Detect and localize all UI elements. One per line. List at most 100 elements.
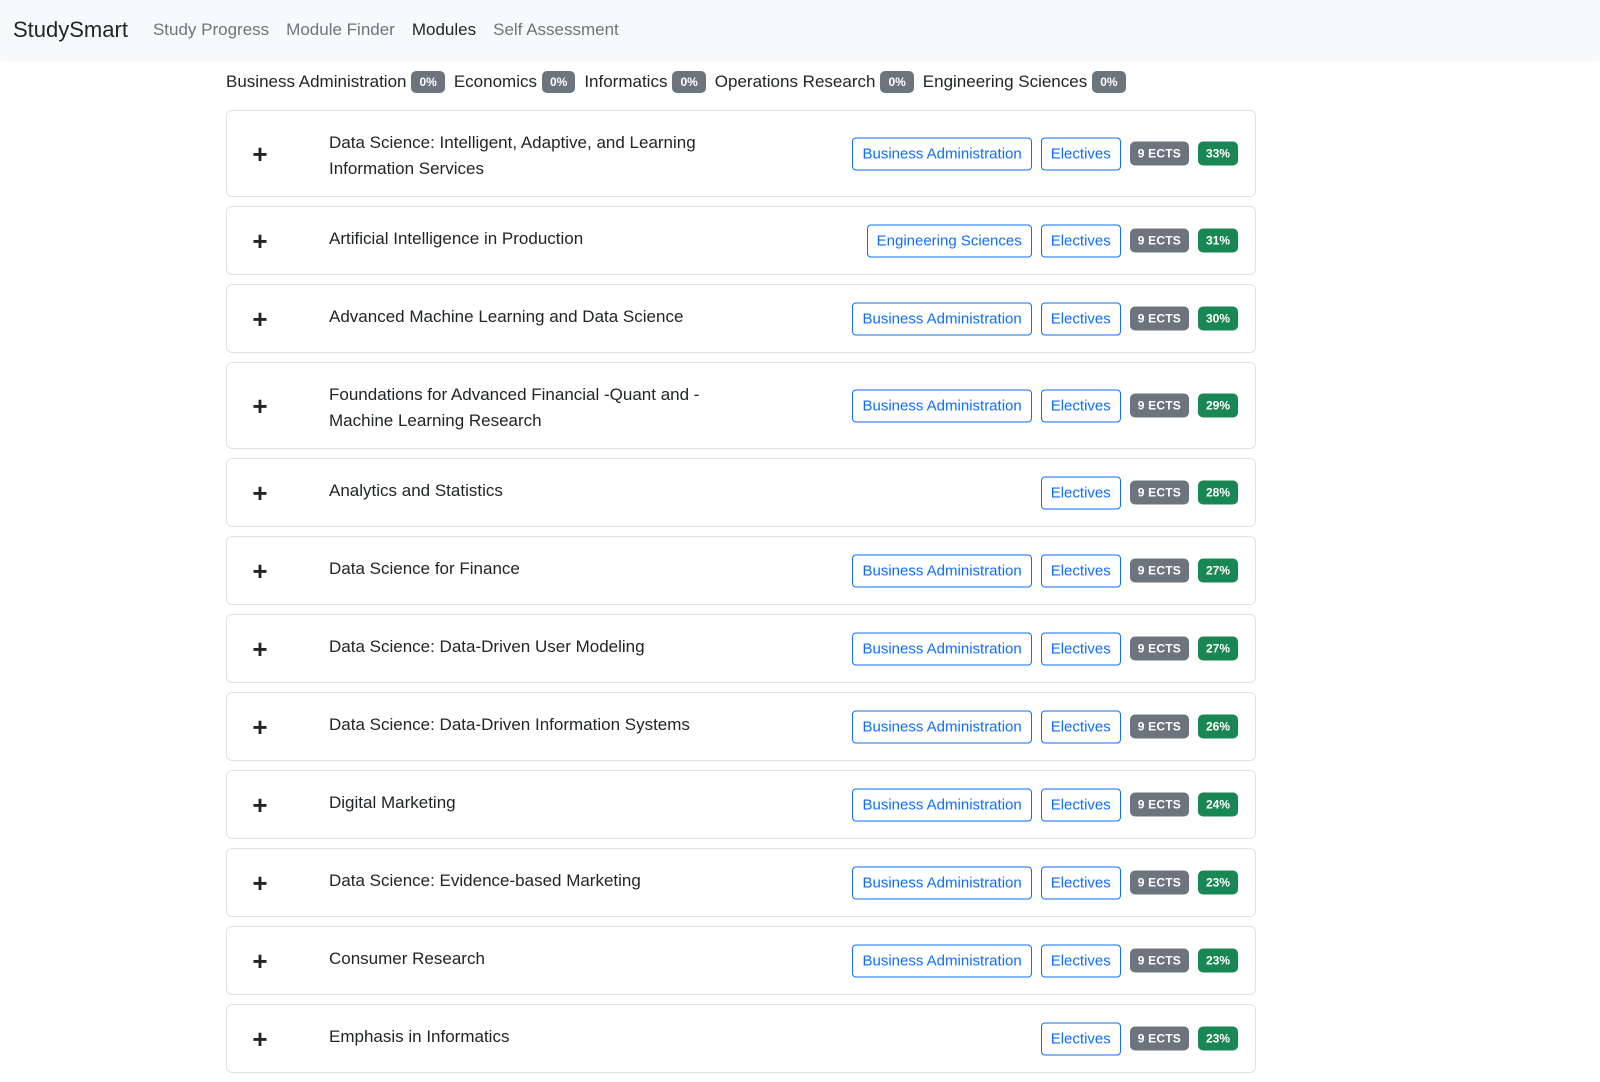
filter-engineering-sciences[interactable]: Engineering Sciences 0% [923,71,1126,93]
module-title: Data Science for Finance [329,559,520,578]
module-card[interactable]: + Digital Marketing Business Administratio… [226,770,1256,839]
module-category-tag[interactable]: Business Administration [852,389,1032,422]
module-card[interactable]: + Consumer Research Business Administratio… [226,926,1256,995]
module-category-tag[interactable]: Electives [1040,476,1121,509]
match-score-badge: 33% [1197,141,1238,166]
ects-badge: 9 ECTS [1129,792,1189,817]
module-card[interactable]: + Advanced Machine Learning and Data Scie… [226,284,1256,353]
module-badges: Business Administration Electives 9 ECTS 30… [843,302,1238,335]
module-badges: Engineering Sciences Electives 9 ECTS 31% [858,224,1238,257]
module-category-tag[interactable]: Business Administration [852,554,1032,587]
module-category-tag[interactable]: Electives [1040,1022,1121,1055]
filter-business-administration[interactable]: Business Administration 0% [226,71,445,93]
match-score-badge: 23% [1197,1026,1238,1051]
module-category-tag[interactable]: Electives [1040,389,1121,422]
ects-badge: 9 ECTS [1129,1026,1189,1051]
nav-module-finder[interactable]: Module Finder [286,20,395,40]
module-category-tag[interactable]: Business Administration [852,302,1032,335]
module-badges: Electives 9 ECTS 23% [1032,1022,1238,1055]
module-category-tag[interactable]: Electives [1040,788,1121,821]
ects-badge: 9 ECTS [1129,141,1189,166]
module-category-tag[interactable]: Electives [1040,224,1121,257]
match-score-badge: 23% [1197,870,1238,895]
module-badges: Electives 9 ECTS 28% [1032,476,1238,509]
ects-badge: 9 ECTS [1129,393,1189,418]
module-title: Foundations for Advanced Financial -Quan… [329,385,700,430]
module-category-tag[interactable]: Electives [1040,632,1121,665]
module-badges: Business Administration Electives 9 ECTS 23… [843,866,1238,899]
expand-plus-icon[interactable]: + [249,393,271,419]
module-category-tag[interactable]: Electives [1040,137,1121,170]
filter-percent-badge: 0% [1092,71,1126,93]
expand-plus-icon[interactable]: + [249,558,271,584]
match-score-badge: 23% [1197,948,1238,973]
module-card[interactable]: + Data Science: Evidence-based Marketing B… [226,848,1256,917]
match-score-badge: 30% [1197,306,1238,331]
filter-label: Engineering Sciences [922,72,1088,91]
module-badges: Business Administration Electives 9 ECTS 29… [843,389,1238,422]
module-category-tag[interactable]: Business Administration [852,944,1032,977]
ects-badge: 9 ECTS [1129,480,1189,505]
match-score-badge: 28% [1197,480,1238,505]
module-list: + Data Science: Intelligent, Adaptive, an… [226,110,1256,1082]
ects-badge: 9 ECTS [1129,870,1189,895]
module-title: Data Science: Data-Driven Information Sy… [329,715,690,734]
module-badges: Business Administration Electives 9 ECTS 23… [843,944,1238,977]
expand-plus-icon[interactable]: + [249,228,271,254]
module-category-tag[interactable]: Business Administration [852,137,1032,170]
filter-economics[interactable]: Economics 0% [454,71,576,93]
expand-plus-icon[interactable]: + [249,141,271,167]
module-title: Data Science: Intelligent, Adaptive, and… [329,133,696,178]
match-score-badge: 24% [1197,792,1238,817]
module-title: Data Science: Evidence-based Marketing [329,871,641,890]
filter-operations-research[interactable]: Operations Research 0% [715,71,914,93]
module-category-tag[interactable]: Business Administration [852,866,1032,899]
module-category-tag[interactable]: Engineering Sciences [866,224,1032,257]
module-category-tag[interactable]: Business Administration [852,710,1032,743]
module-badges: Business Administration Electives 9 ECTS 24… [843,788,1238,821]
ects-badge: 9 ECTS [1129,306,1189,331]
module-category-tag[interactable]: Electives [1040,710,1121,743]
module-badges: Business Administration Electives 9 ECTS 27… [843,632,1238,665]
module-category-tag[interactable]: Business Administration [852,632,1032,665]
match-score-badge: 26% [1197,714,1238,739]
nav-modules[interactable]: Modules [412,20,476,40]
expand-plus-icon[interactable]: + [249,714,271,740]
module-card[interactable]: + Data Science: Data-Driven Information S… [226,692,1256,761]
nav-study-progress[interactable]: Study Progress [153,20,269,40]
expand-plus-icon[interactable]: + [249,870,271,896]
module-category-tag[interactable]: Business Administration [852,788,1032,821]
module-card[interactable]: + Data Science: Data-Driven User Modeling… [226,614,1256,683]
module-badges: Business Administration Electives 9 ECTS 27… [843,554,1238,587]
module-card[interactable]: + Emphasis in Informatics Electives 9 ECTS 2… [226,1004,1256,1073]
nav-self-assessment[interactable]: Self Assessment [493,20,619,40]
module-title: Analytics and Statistics [329,481,503,500]
match-score-badge: 31% [1197,228,1238,253]
expand-plus-icon[interactable]: + [249,636,271,662]
module-category-tag[interactable]: Electives [1040,944,1121,977]
expand-plus-icon[interactable]: + [249,1026,271,1052]
expand-plus-icon[interactable]: + [249,948,271,974]
module-card[interactable]: + Analytics and Statistics Electives 9 ECTS… [226,458,1256,527]
module-card[interactable]: + Artificial Intelligence in Production En… [226,206,1256,275]
match-score-badge: 27% [1197,636,1238,661]
expand-plus-icon[interactable]: + [249,306,271,332]
filter-informatics[interactable]: Informatics 0% [584,71,706,93]
expand-plus-icon[interactable]: + [249,792,271,818]
filter-percent-badge: 0% [880,71,914,93]
module-card[interactable]: + Foundations for Advanced Financial -Qua… [226,362,1256,449]
filter-percent-badge: 0% [411,71,445,93]
brand-logo[interactable]: StudySmart [13,17,128,43]
ects-badge: 9 ECTS [1129,228,1189,253]
top-navbar: StudySmart Study Progress Module Finder … [0,0,1600,59]
module-title: Digital Marketing [329,793,456,812]
module-title: Artificial Intelligence in Production [329,229,584,248]
module-card[interactable]: + Data Science: Intelligent, Adaptive, an… [226,110,1256,197]
module-category-tag[interactable]: Electives [1040,302,1121,335]
match-score-badge: 27% [1197,558,1238,583]
expand-plus-icon[interactable]: + [249,480,271,506]
module-card[interactable]: + Data Science for Finance Business Admini… [226,536,1256,605]
module-category-tag[interactable]: Electives [1040,554,1121,587]
module-badges: Business Administration Electives 9 ECTS 33… [843,137,1238,170]
module-category-tag[interactable]: Electives [1040,866,1121,899]
